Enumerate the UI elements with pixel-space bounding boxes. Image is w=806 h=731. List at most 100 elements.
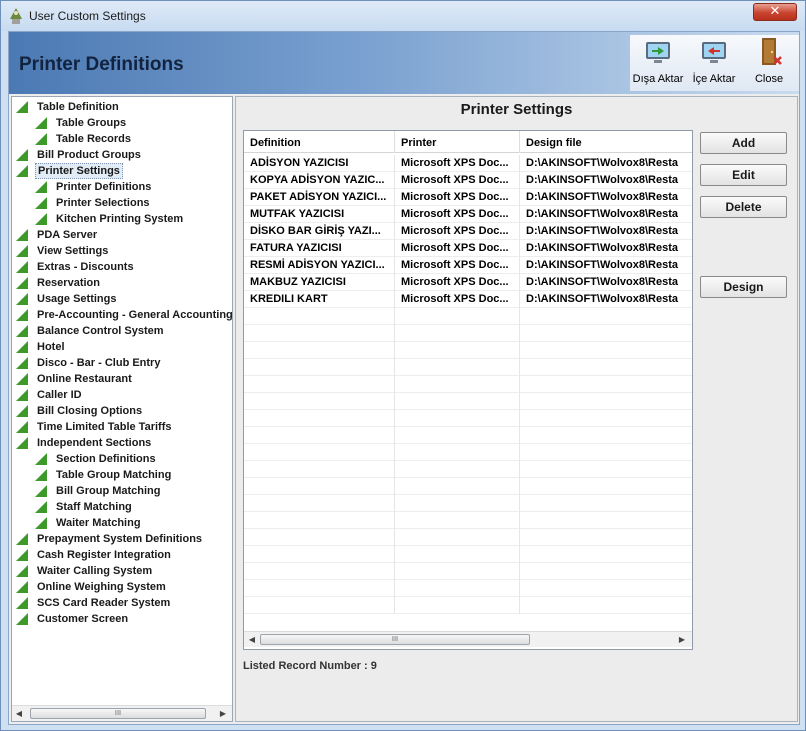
export-icon [646, 42, 670, 63]
import-button[interactable]: İçe Aktar [686, 35, 742, 91]
cell-definition: KREDILI KART [244, 291, 395, 308]
tree-node-icon [16, 293, 28, 305]
tree-node-icon [16, 309, 28, 321]
edit-button[interactable]: Edit [700, 164, 787, 186]
tree-item-label: Printer Settings [35, 163, 123, 179]
close-icon: ✕ [769, 4, 781, 19]
table-row[interactable]: KOPYA ADİSYON YAZIC... Microsoft XPS Doc.… [244, 172, 692, 189]
cell-design-file [520, 393, 692, 410]
cell-printer [395, 427, 520, 444]
grip-icon: III [114, 709, 122, 717]
table-row[interactable]: FATURA YAZICISI Microsoft XPS Doc... D:\AK… [244, 240, 692, 257]
delete-button[interactable]: Delete [700, 196, 787, 218]
cell-design-file [520, 325, 692, 342]
scroll-right-icon[interactable]: ▶ [218, 709, 228, 718]
tree-item-label: Hotel [37, 341, 65, 353]
tree-item-label: Bill Product Groups [37, 149, 141, 161]
toolbar: Dışa Aktar İçe Aktar Close [629, 35, 799, 91]
empty-table-row [244, 444, 692, 461]
tree-item-label: Table Definition [37, 101, 119, 113]
table-row[interactable]: PAKET ADİSYON YAZICI... Microsoft XPS Doc… [244, 189, 692, 206]
tree-item-label: Balance Control System [37, 325, 164, 337]
cell-design-file [520, 495, 692, 512]
cell-design-file [520, 461, 692, 478]
tree-node-icon [16, 613, 28, 625]
scroll-left-icon[interactable]: ◀ [14, 709, 24, 718]
cell-definition [244, 427, 395, 444]
grid-scroll-left-icon[interactable]: ◀ [247, 635, 257, 644]
page-title: Printer Definitions [19, 54, 184, 75]
printer-grid[interactable]: Definition Printer Design file ADİSYON Y… [243, 130, 693, 650]
cell-printer [395, 342, 520, 359]
table-row[interactable]: KREDILI KART Microsoft XPS Doc... D:\AKINS… [244, 291, 692, 308]
tree-node-icon [16, 549, 28, 561]
column-header-printer[interactable]: Printer [395, 131, 520, 153]
tree-node-icon [16, 341, 28, 353]
cell-printer: Microsoft XPS Doc... [395, 257, 520, 274]
grid-horizontal-scrollbar[interactable]: ◀ III ▶ [244, 631, 692, 647]
empty-table-row [244, 478, 692, 495]
cell-definition: ADİSYON YAZICISI [244, 155, 395, 172]
main-window: User Custom Settings ✕ Printer Definitio… [0, 0, 806, 731]
cell-printer [395, 495, 520, 512]
scroll-thumb[interactable]: III [30, 708, 206, 719]
cell-design-file [520, 597, 692, 614]
column-header-design-file[interactable]: Design file [520, 131, 692, 153]
table-row[interactable]: DİSKO BAR GİRİŞ YAZI... Microsoft XPS Doc… [244, 223, 692, 240]
cell-design-file [520, 359, 692, 376]
tree-horizontal-scrollbar[interactable]: ◀ III ▶ [12, 705, 232, 721]
table-row[interactable]: MAKBUZ YAZICISI Microsoft XPS Doc... D:\AK… [244, 274, 692, 291]
record-count-label: Listed Record Number : 9 [243, 660, 377, 672]
cell-design-file [520, 444, 692, 461]
empty-table-row [244, 597, 692, 614]
tree-item-label: Bill Closing Options [37, 405, 143, 417]
cell-definition [244, 580, 395, 597]
table-row[interactable]: MUTFAK YAZICISI Microsoft XPS Doc... D:\AK… [244, 206, 692, 223]
tree-node-icon [16, 165, 28, 177]
design-button[interactable]: Design [700, 276, 787, 298]
tree-node-icon [16, 277, 28, 289]
tree-item-label: Prepayment System Definitions [37, 533, 203, 545]
cell-design-file [520, 478, 692, 495]
cell-printer: Microsoft XPS Doc... [395, 189, 520, 206]
add-button[interactable]: Add [700, 132, 787, 154]
empty-table-row [244, 427, 692, 444]
tree-node-icon [16, 565, 28, 577]
cell-printer [395, 308, 520, 325]
empty-table-row [244, 512, 692, 529]
grid-scroll-thumb[interactable]: III [260, 634, 530, 645]
tree-node-icon [16, 229, 28, 241]
export-button[interactable]: Dışa Aktar [630, 35, 686, 91]
grid-grip-icon: III [391, 635, 399, 643]
tree-node-icon [16, 581, 28, 593]
table-row[interactable]: RESMİ ADİSYON YAZICI... Microsoft XPS Doc… [244, 257, 692, 274]
import-icon [702, 42, 726, 63]
cell-definition [244, 359, 395, 376]
exit-door-icon [762, 38, 782, 65]
cell-design-file [520, 512, 692, 529]
cell-design-file [520, 376, 692, 393]
toolbar-close-button[interactable]: Close [744, 35, 794, 91]
column-header-definition[interactable]: Definition [244, 131, 395, 153]
cell-printer [395, 444, 520, 461]
cell-definition [244, 461, 395, 478]
empty-table-row [244, 546, 692, 563]
grid-scroll-right-icon[interactable]: ▶ [677, 635, 687, 644]
cell-design-file: D:\AKINSOFT\Wolvox8\Resta [526, 259, 678, 271]
cell-definition [244, 410, 395, 427]
tree-item-label: Waiter Matching [56, 517, 141, 529]
cell-printer [395, 410, 520, 427]
tree-node-icon [35, 469, 47, 481]
cell-design-file [520, 529, 692, 546]
tree-node-icon [16, 421, 28, 433]
empty-table-row [244, 563, 692, 580]
tree-node-icon [35, 213, 47, 225]
settings-tree[interactable]: Table Definition Table Groups Table Record… [11, 96, 233, 722]
table-row[interactable]: ADİSYON YAZICISI Microsoft XPS Doc... D:\A… [244, 155, 692, 172]
header-band: Printer Definitions Dışa Aktar İçe Aktar… [9, 32, 799, 94]
cell-design-file [520, 427, 692, 444]
tree-node-icon [35, 133, 47, 145]
window-close-button[interactable]: ✕ [753, 3, 797, 21]
empty-table-row [244, 393, 692, 410]
tree-node-icon [35, 517, 47, 529]
